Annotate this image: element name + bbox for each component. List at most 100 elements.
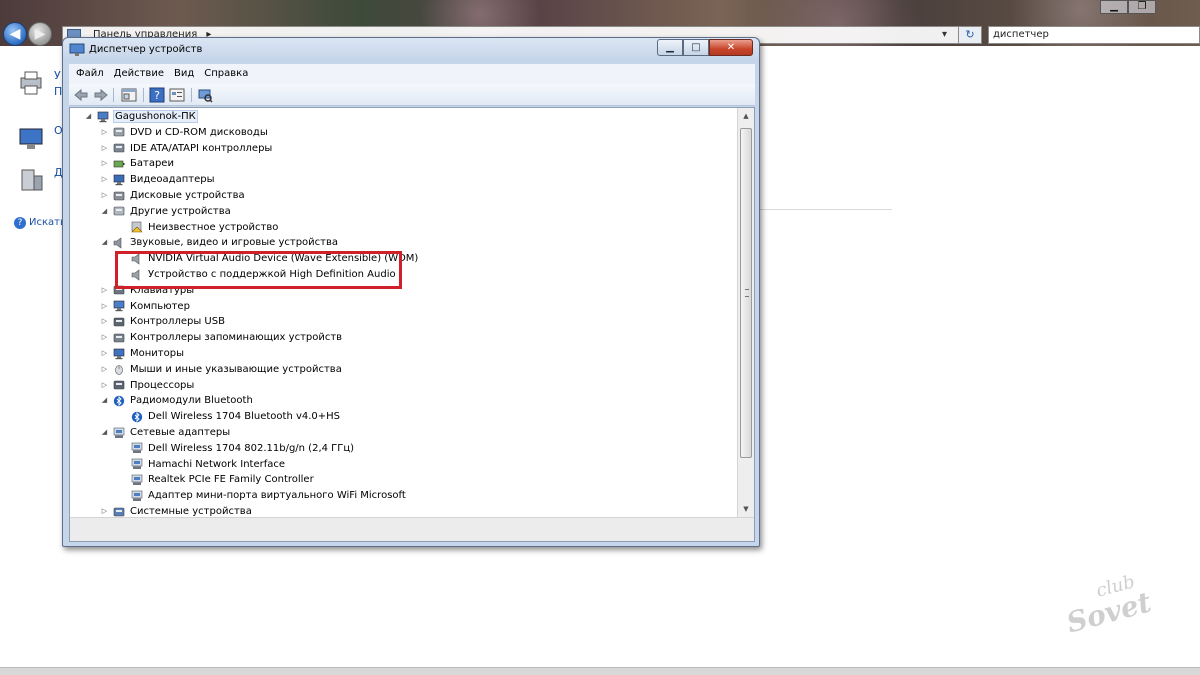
- explorer-minimize-button[interactable]: ▁: [1100, 0, 1128, 14]
- tree-expander-icon[interactable]: ▷: [100, 507, 109, 516]
- search-input-value[interactable]: диспетчер: [993, 29, 1049, 40]
- maximize-button[interactable]: □: [683, 39, 709, 56]
- close-button[interactable]: ✕: [709, 39, 753, 56]
- tree-item[interactable]: Realtek PCIe FE Family Controller: [118, 472, 315, 487]
- scroll-up-arrow-icon[interactable]: ▲: [738, 108, 754, 124]
- processor-icon: [113, 380, 125, 390]
- tree-item[interactable]: ◢ Звуковые, видео и игровые устройства: [100, 235, 339, 250]
- printer-icon[interactable]: [16, 68, 46, 98]
- tree-item[interactable]: ▷ Мониторы: [100, 346, 185, 361]
- tree-item[interactable]: ▷ Компьютер: [100, 299, 191, 314]
- tree-expander-icon[interactable]: ▷: [100, 159, 109, 168]
- back-icon[interactable]: [73, 87, 89, 103]
- menu-help[interactable]: Справка: [199, 64, 253, 84]
- menu-file[interactable]: Файл: [71, 64, 109, 84]
- tree-item-label[interactable]: Мыши и иные указывающие устройства: [129, 364, 343, 375]
- tree-expander-icon[interactable]: ▷: [100, 191, 109, 200]
- tree-item-label[interactable]: Компьютер: [129, 301, 191, 312]
- tree-item[interactable]: ▷ DVD и CD-ROM дисководы: [100, 125, 269, 140]
- tree-item[interactable]: ◢ Gagushonok-ПК: [84, 109, 198, 124]
- tree-item[interactable]: ▷ Процессоры: [100, 378, 195, 393]
- tree-item-label[interactable]: Hamachi Network Interface: [147, 459, 286, 470]
- tree-item-label[interactable]: Realtek PCIe FE Family Controller: [147, 474, 315, 485]
- tree-item-label[interactable]: Радиомодули Bluetooth: [129, 395, 254, 406]
- help-link[interactable]: ? Искать: [14, 217, 66, 229]
- tree-item[interactable]: ◢ Радиомодули Bluetooth: [100, 393, 254, 408]
- tree-expander-icon[interactable]: ▷: [100, 175, 109, 184]
- show-hide-tree-icon[interactable]: [121, 87, 137, 103]
- explorer-forward-button[interactable]: ▶: [28, 22, 52, 46]
- minimize-button[interactable]: ▁: [657, 39, 683, 56]
- tree-item[interactable]: Hamachi Network Interface: [118, 457, 286, 472]
- tree-expander-icon[interactable]: ◢: [100, 428, 109, 437]
- tree-expander-icon[interactable]: ◢: [100, 396, 109, 405]
- scroll-thumb[interactable]: [740, 128, 752, 458]
- tree-item-label[interactable]: Системные устройства: [129, 506, 253, 517]
- tree-item-label[interactable]: DVD и CD-ROM дисководы: [129, 127, 269, 138]
- tree-item-label[interactable]: Мониторы: [129, 348, 185, 359]
- tree-item[interactable]: Адаптер мини-порта виртуального WiFi Mic…: [118, 488, 407, 503]
- tree-expander-icon[interactable]: ◢: [100, 207, 109, 216]
- tree-item[interactable]: ▷ Контроллеры USB: [100, 314, 226, 329]
- tree-item[interactable]: ▷ Дисковые устройства: [100, 188, 246, 203]
- bluetooth-icon: [113, 395, 125, 407]
- tree-item[interactable]: Dell Wireless 1704 802.11b/g/n (2,4 ГГц): [118, 441, 355, 456]
- tree-item-label[interactable]: Неизвестное устройство: [147, 222, 279, 233]
- tree-item[interactable]: ◢ Сетевые адаптеры: [100, 425, 231, 440]
- tree-item[interactable]: ▷ Мыши и иные указывающие устройства: [100, 362, 343, 377]
- device-manager-titlebar[interactable]: Диспетчер устройств ▁ □ ✕: [63, 38, 759, 62]
- properties-icon[interactable]: [169, 87, 185, 103]
- vertical-scrollbar[interactable]: ▲ ▼: [737, 108, 754, 517]
- tree-item-label[interactable]: Адаптер мини-порта виртуального WiFi Mic…: [147, 490, 407, 501]
- tree-item-label[interactable]: Dell Wireless 1704 802.11b/g/n (2,4 ГГц): [147, 443, 355, 454]
- side-item-letter[interactable]: У: [54, 69, 61, 82]
- scroll-down-arrow-icon[interactable]: ▼: [738, 501, 754, 517]
- divider: [760, 209, 892, 210]
- tree-item-label[interactable]: Звуковые, видео и игровые устройства: [129, 237, 339, 248]
- tree-item-label[interactable]: Процессоры: [129, 380, 195, 391]
- tree-expander-icon[interactable]: ▷: [100, 349, 109, 358]
- refresh-button[interactable]: ↻: [958, 26, 982, 44]
- tree-expander-icon[interactable]: ◢: [100, 238, 109, 247]
- tree-expander-icon[interactable]: ◢: [84, 112, 93, 121]
- tree-expander-icon[interactable]: ▷: [100, 286, 109, 295]
- tree-item-label[interactable]: Контроллеры запоминающих устройств: [129, 332, 343, 343]
- forward-icon[interactable]: [93, 87, 109, 103]
- system-icon[interactable]: [16, 124, 46, 154]
- search-input[interactable]: диспетчер: [988, 26, 1200, 44]
- help-link-label[interactable]: Искать: [29, 217, 66, 228]
- tree-item-label[interactable]: Батареи: [129, 158, 175, 169]
- address-dropdown-icon[interactable]: ▾: [942, 27, 947, 43]
- highlight-box: [115, 251, 402, 289]
- tree-expander-icon[interactable]: ▷: [100, 128, 109, 137]
- tree-item[interactable]: ▷ IDE ATA/ATAPI контроллеры: [100, 141, 273, 156]
- tree-item[interactable]: Неизвестное устройство: [118, 220, 279, 235]
- horizontal-scrollbar[interactable]: [70, 517, 754, 541]
- device-icon[interactable]: [16, 166, 46, 196]
- tree-item-label[interactable]: Дисковые устройства: [129, 190, 246, 201]
- tree-item-label[interactable]: IDE ATA/ATAPI контроллеры: [129, 143, 273, 154]
- tree-item[interactable]: ▷ Контроллеры запоминающих устройств: [100, 330, 343, 345]
- tree-expander-icon[interactable]: ▷: [100, 365, 109, 374]
- menu-view[interactable]: Вид: [169, 64, 199, 84]
- tree-item[interactable]: Dell Wireless 1704 Bluetooth v4.0+HS: [118, 409, 341, 424]
- tree-expander-icon[interactable]: ▷: [100, 333, 109, 342]
- tree-item[interactable]: ▷ Видеоадаптеры: [100, 172, 215, 187]
- tree-item[interactable]: ◢ Другие устройства: [100, 204, 232, 219]
- tree-expander-icon[interactable]: ▷: [100, 317, 109, 326]
- explorer-back-button[interactable]: ◀: [3, 22, 27, 46]
- tree-item-label[interactable]: Другие устройства: [129, 206, 232, 217]
- tree-item-label[interactable]: Видеоадаптеры: [129, 174, 215, 185]
- tree-expander-icon[interactable]: ▷: [100, 144, 109, 153]
- tree-item-label[interactable]: Контроллеры USB: [129, 316, 226, 327]
- tree-expander-icon[interactable]: ▷: [100, 302, 109, 311]
- scan-hardware-icon[interactable]: [197, 87, 213, 103]
- tree-item-label[interactable]: Gagushonok-ПК: [113, 110, 198, 123]
- explorer-restore-button[interactable]: ❐: [1128, 0, 1156, 14]
- help-icon[interactable]: ?: [149, 87, 165, 103]
- tree-item-label[interactable]: Dell Wireless 1704 Bluetooth v4.0+HS: [147, 411, 341, 422]
- tree-item[interactable]: ▷ Батареи: [100, 156, 175, 171]
- menu-action[interactable]: Действие: [109, 64, 169, 84]
- tree-item-label[interactable]: Сетевые адаптеры: [129, 427, 231, 438]
- tree-expander-icon[interactable]: ▷: [100, 381, 109, 390]
